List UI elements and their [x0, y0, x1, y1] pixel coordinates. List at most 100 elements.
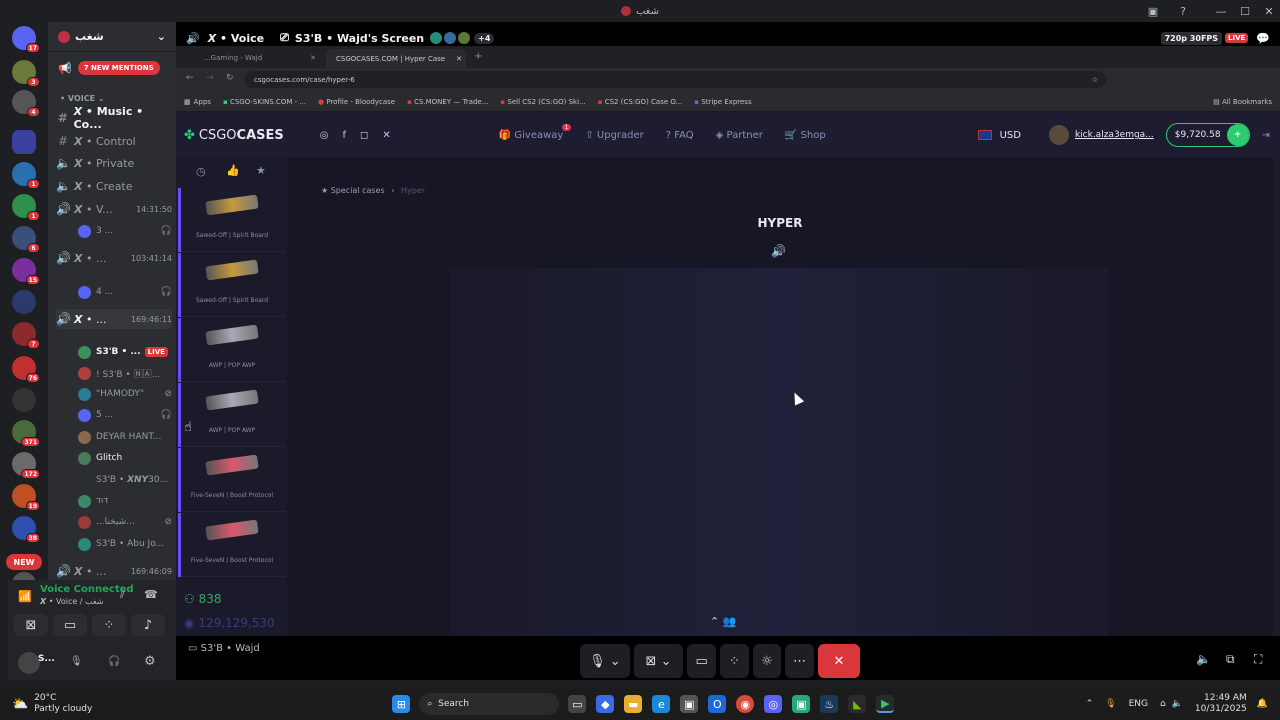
screen-share-button[interactable]: ▭ — [53, 614, 87, 636]
soundboard-button[interactable]: ♪ — [131, 614, 165, 636]
bookmark[interactable]: ▪ CS.MONEY — Trade... — [407, 98, 488, 106]
drop-item[interactable]: Sawed-Off | Spirit Board — [178, 188, 286, 252]
drop-item[interactable]: AWP | POP AWP — [178, 318, 286, 382]
avatar[interactable] — [18, 652, 40, 674]
server-icon[interactable] — [12, 388, 36, 412]
server-icon[interactable]: 172 — [12, 452, 40, 479]
nav-partner[interactable]: ◈ Partner — [716, 130, 763, 141]
voice-user[interactable]: Glitch — [78, 448, 172, 468]
disconnect-icon[interactable]: ☎ — [144, 588, 158, 601]
server-icon[interactable] — [12, 290, 36, 314]
sound-toggle-icon[interactable]: 🔊 — [771, 244, 786, 258]
thumbs-up-icon[interactable]: 👍 — [226, 164, 240, 177]
network-icon[interactable]: ⌂ — [1160, 699, 1166, 709]
x-social-icon[interactable]: ✕ — [382, 130, 390, 141]
inbox-icon[interactable]: ▣ — [1140, 0, 1166, 22]
camera-off-button[interactable]: ⊠ — [14, 614, 48, 636]
server-icon[interactable]: 19 — [12, 484, 40, 511]
store-icon[interactable]: ▣ — [680, 695, 699, 713]
voice-channel[interactable]: # 𝙓 • Control — [56, 131, 172, 151]
activities-button[interactable]: ⁘ — [720, 644, 749, 678]
server-folder-icon[interactable] — [12, 130, 36, 154]
server-icon[interactable]: 7 — [12, 322, 40, 349]
server-icon[interactable]: 1 — [12, 194, 40, 221]
breadcrumb-link[interactable]: Special cases — [331, 186, 385, 195]
currency-selector[interactable]: USD — [1000, 130, 1021, 141]
voice-channel[interactable]: # 𝙓 • Music • Co... — [56, 105, 172, 131]
voice-user[interactable]: 3 ... 🎧 — [78, 221, 172, 241]
screen-share-button[interactable]: ▭ — [687, 644, 716, 678]
voice-user[interactable]: S3'B • Abu Jo... — [78, 534, 172, 554]
headphones-icon[interactable]: 🎧 — [108, 656, 120, 667]
minimize-button[interactable]: — — [1208, 0, 1234, 22]
voice-user[interactable]: DEYAR HANT... — [78, 427, 172, 447]
chat-icon[interactable]: 💬 — [1256, 32, 1270, 45]
weather-widget[interactable]: 20°C Partly cloudy — [34, 693, 92, 715]
noise-suppression-icon[interactable]: ⫽ — [120, 588, 125, 602]
add-funds-button[interactable]: + — [1226, 124, 1249, 146]
tray-chevron-icon[interactable]: ⌃ — [1086, 699, 1094, 709]
taskbar-search[interactable]: ⌕ Search — [419, 693, 560, 715]
camera-button[interactable]: ⊠ ⌄ — [633, 644, 684, 678]
bookmark[interactable]: ▪ Stripe Express — [694, 98, 751, 106]
voice-user[interactable]: S3'B • ... LIVE — [78, 342, 172, 362]
new-mentions-button[interactable]: 📢 7 NEW MENTIONS — [58, 59, 164, 77]
settings-gear-icon[interactable]: ⚙ — [144, 654, 156, 669]
instagram-icon[interactable]: ◻ — [360, 130, 368, 141]
nav-faq[interactable]: ? FAQ — [666, 130, 694, 141]
history-icon[interactable]: ◷ — [196, 165, 206, 178]
voice-user[interactable]: ...شيخنا... ⊘ — [78, 512, 172, 532]
dm-home-button[interactable]: 17 — [12, 26, 40, 53]
bookmark[interactable]: ● Profile - Bloodycase — [318, 98, 395, 106]
file-explorer-icon[interactable]: ▬ — [624, 695, 643, 713]
drop-item[interactable]: Five-SeveN | Boost Protocol — [178, 448, 286, 512]
voice-channel[interactable]: 🔊 𝙓 • V... 14:31:50 — [56, 199, 172, 219]
flag-uk-icon[interactable] — [977, 130, 992, 140]
site-logo[interactable]: CSGOCASES — [199, 128, 284, 143]
start-button[interactable]: ⊞ — [392, 695, 411, 713]
active-app-icon[interactable]: ▶ — [876, 695, 895, 713]
voice-user[interactable]: 5 ... 🎧 — [78, 405, 172, 425]
viewer-avatars[interactable] — [430, 32, 471, 44]
leave-call-button[interactable]: ✕ — [817, 644, 860, 678]
server-icon[interactable]: 15 — [12, 258, 40, 285]
star-icon[interactable]: ★ — [256, 164, 266, 177]
soundboard-button[interactable]: ☼ — [752, 644, 782, 678]
new-tab-button[interactable]: + — [474, 51, 482, 62]
viewers-toggle[interactable]: ⌃ 👥 — [710, 615, 736, 628]
language-indicator[interactable]: ENG — [1129, 699, 1148, 709]
fullscreen-icon[interactable]: ⛶ — [1254, 652, 1262, 667]
copilot-icon[interactable]: ◆ — [596, 695, 615, 713]
server-icon[interactable]: 3 — [12, 60, 40, 87]
voice-user[interactable]: דוד — [78, 491, 172, 511]
category-voice[interactable]: • VOICE ⌄ — [60, 94, 105, 103]
clock[interactable]: 12:49 AM 10/31/2025 — [1195, 693, 1247, 715]
forward-icon[interactable]: → — [206, 73, 214, 83]
close-button[interactable]: ✕ — [1256, 0, 1280, 22]
browser-tab[interactable]: ...Gaming - Wajd ✕ — [198, 50, 316, 66]
bookmark[interactable]: ▪ CSGO-SKINS.COM - ... — [223, 98, 306, 106]
activity-button[interactable]: ⁘ — [92, 614, 126, 636]
mic-button[interactable]: 🎙 ⌄ — [580, 644, 630, 678]
task-view-icon[interactable]: ▭ — [568, 695, 587, 713]
mic-icon[interactable]: 🎙 — [70, 656, 83, 667]
voice-channel[interactable]: 🔈 𝙓 • Create — [56, 176, 172, 196]
nav-giveaway[interactable]: 🎁 Giveaway 1 — [499, 123, 572, 141]
weather-icon[interactable]: ⛅ — [12, 697, 28, 712]
server-icon[interactable]: 1 — [12, 162, 40, 189]
server-icon[interactable]: 371 — [12, 420, 40, 447]
discord-icon[interactable]: ◎ — [320, 130, 329, 141]
popout-icon[interactable]: ⧉ — [1226, 652, 1235, 667]
nav-shop[interactable]: 🛒 Shop — [785, 130, 826, 141]
bookmark[interactable]: ▪ CS2 (CS:GO) Case O... — [598, 98, 683, 106]
voice-channel[interactable]: 🔊 𝙓 • ... 169:46:09 — [56, 561, 172, 581]
voice-user[interactable]: ! S3'B • 🄽🄰... — [78, 363, 172, 383]
server-icon[interactable]: 76 — [12, 356, 40, 383]
edge-icon[interactable]: e — [652, 695, 671, 713]
server-header[interactable]: شغب ⌄ — [48, 22, 176, 52]
discord-icon[interactable]: ◎ — [764, 695, 783, 713]
facebook-icon[interactable]: f — [343, 130, 347, 141]
voice-user[interactable]: S3'B • 𝙓𝙉𝙔30... — [78, 470, 172, 490]
bookmark[interactable]: Apps — [194, 98, 211, 106]
bookmark[interactable]: ▤ All Bookmarks — [1213, 98, 1272, 106]
